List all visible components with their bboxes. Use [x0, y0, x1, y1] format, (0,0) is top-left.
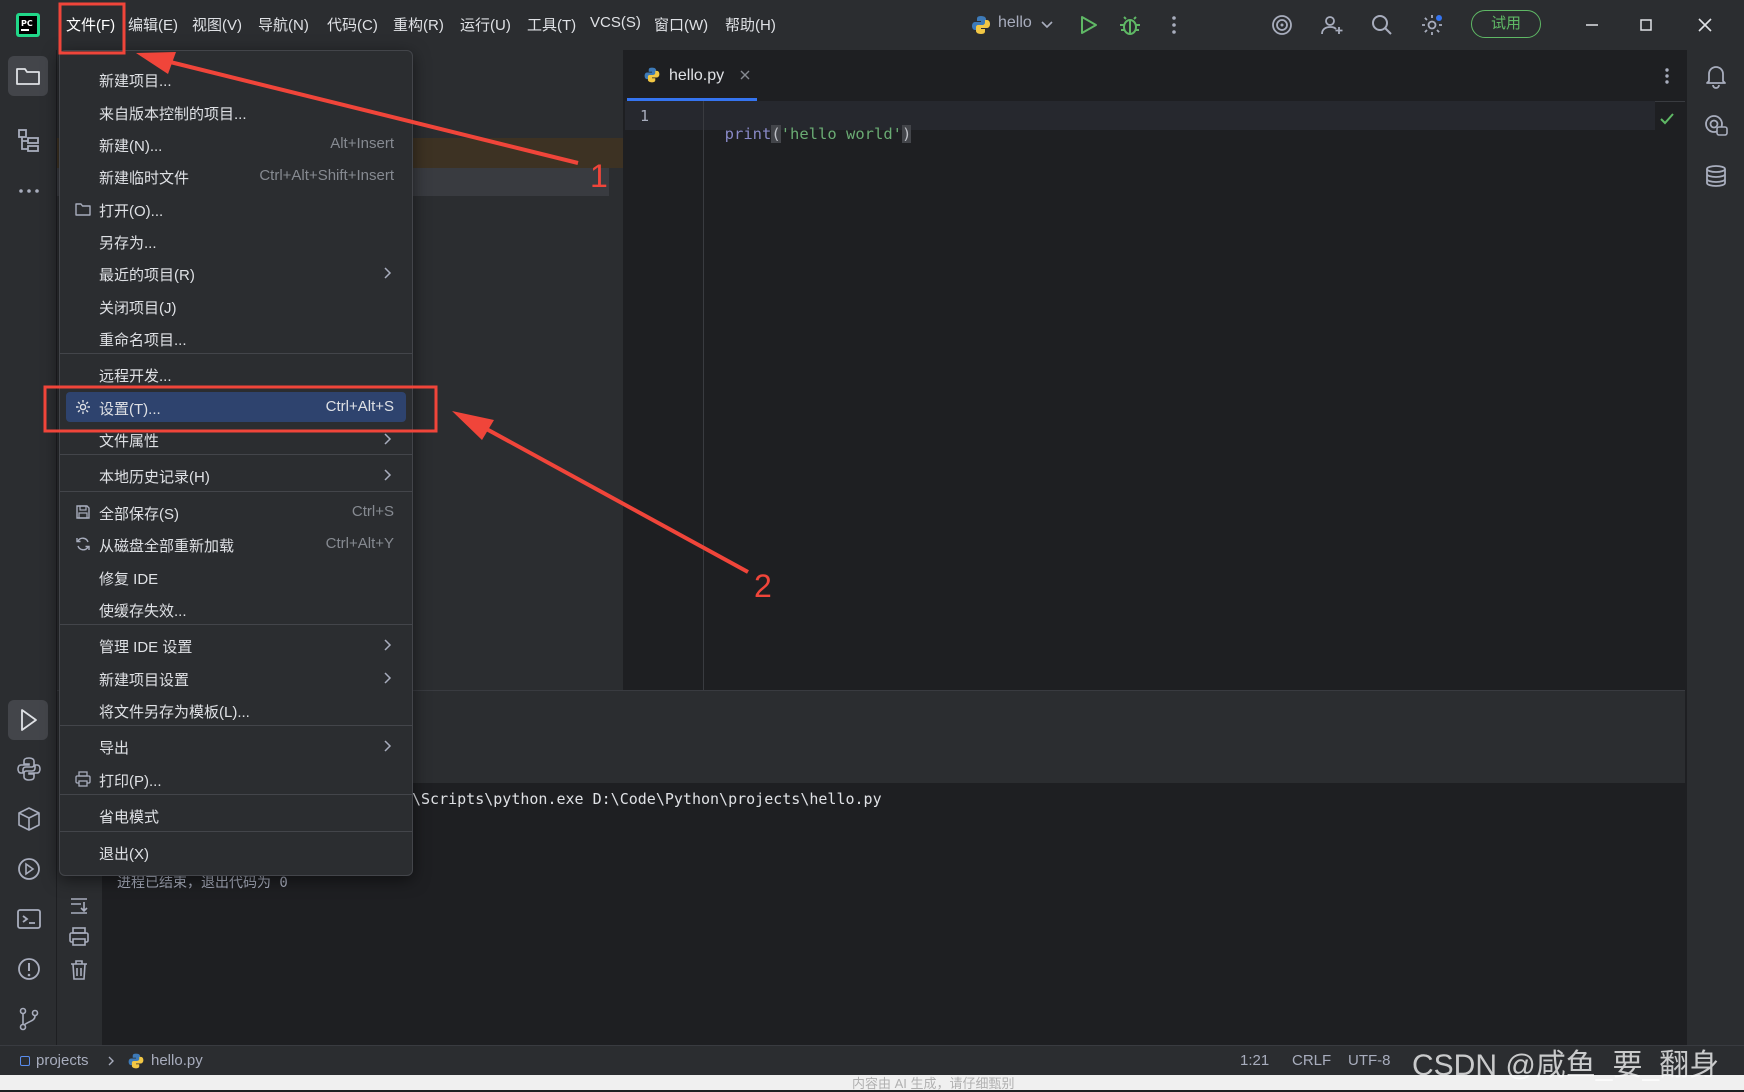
arrow-2-head [452, 411, 494, 440]
settings-highlight-box [43, 385, 438, 433]
watermark: CSDN @咸鱼_要_翻身 [1412, 1049, 1720, 1082]
annotation-label-1: 1 [590, 158, 608, 194]
annotation-overlay [43, 2, 749, 574]
arrow-2 [469, 418, 749, 574]
menu-file-highlight-box [58, 2, 126, 55]
arrow-1 [149, 55, 579, 165]
arrow-1-head [136, 52, 176, 74]
annotation-label-2: 2 [754, 568, 772, 604]
